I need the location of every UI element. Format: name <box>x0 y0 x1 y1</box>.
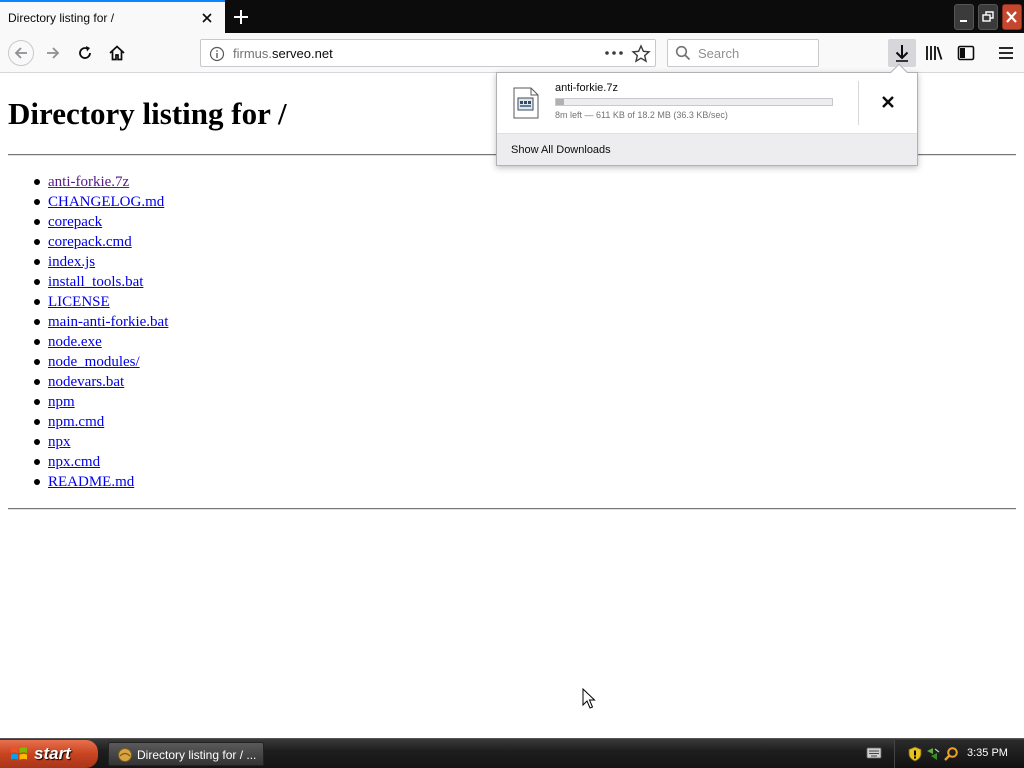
mouse-pointer-icon <box>582 687 596 710</box>
clock: 3:35 PM <box>967 747 1008 759</box>
url-domain: serveo.net <box>272 46 333 61</box>
tab-directory-listing[interactable]: Directory listing for / <box>0 0 225 33</box>
file-list-item: install_tools.bat <box>33 272 168 292</box>
download-item[interactable]: anti-forkie.7z 8m left — 611 KB of 18.2 … <box>497 73 917 133</box>
start-button[interactable]: start <box>0 740 98 768</box>
back-arrow-icon[interactable] <box>8 40 34 66</box>
file-link[interactable]: install_tools.bat <box>48 274 143 290</box>
show-all-downloads-button[interactable]: Show All Downloads <box>511 144 611 156</box>
taskbar-item-browser[interactable]: Directory listing for / ... <box>108 742 264 766</box>
file-link[interactable]: index.js <box>48 254 95 270</box>
downloads-arrow-icon[interactable] <box>888 39 916 67</box>
menu-hamburger-icon[interactable] <box>994 41 1018 65</box>
window-restore-button[interactable] <box>978 4 998 30</box>
taskbar-item-label: Directory listing for / ... <box>137 748 257 762</box>
start-label: start <box>34 744 71 763</box>
file-list-item: npm.cmd <box>33 412 168 432</box>
address-bar[interactable]: firmus.serveo.net <box>200 39 656 67</box>
file-list-item: node_modules/ <box>33 352 168 372</box>
file-list-item: anti-forkie.7z <box>33 172 168 192</box>
reload-icon[interactable] <box>73 41 97 65</box>
url-subdomain: firmus. <box>233 46 272 61</box>
downloads-footer[interactable]: Show All Downloads <box>497 133 917 165</box>
library-icon[interactable] <box>922 41 946 65</box>
search-tray-icon[interactable] <box>943 746 959 762</box>
file-list-item: corepack <box>33 212 168 232</box>
window-minimize-button[interactable] <box>954 4 974 30</box>
download-status: 8m left — 611 KB of 18.2 MB (36.3 KB/sec… <box>555 110 728 120</box>
windows-logo-icon <box>10 745 28 763</box>
tab-title: Directory listing for / <box>8 11 115 25</box>
network-icon[interactable] <box>925 746 941 762</box>
cancel-download-icon[interactable] <box>877 91 899 113</box>
search-bar[interactable]: Search <box>667 39 819 67</box>
bottom-divider <box>8 508 1016 510</box>
screen: Directory listing for / firmus.serveo.ne… <box>0 0 1024 768</box>
site-info-icon[interactable] <box>209 46 225 62</box>
search-icon <box>675 45 691 61</box>
file-list-item: CHANGELOG.md <box>33 192 168 212</box>
file-link[interactable]: corepack <box>48 214 102 230</box>
file-link[interactable]: anti-forkie.7z <box>48 174 129 190</box>
page-actions-icon[interactable] <box>603 44 625 62</box>
file-link[interactable]: README.md <box>48 474 134 490</box>
file-link[interactable]: main-anti-forkie.bat <box>48 314 168 330</box>
file-list-item: npx.cmd <box>33 452 168 472</box>
keyboard-layout-icon[interactable] <box>866 746 882 760</box>
window-close-button[interactable] <box>1002 4 1022 30</box>
navigation-toolbar: firmus.serveo.net Search <box>0 33 1024 73</box>
download-progress-bar <box>555 98 833 106</box>
system-tray: 3:35 PM <box>894 740 1024 768</box>
download-file-name: anti-forkie.7z <box>555 82 618 94</box>
file-link[interactable]: npm.cmd <box>48 414 104 430</box>
file-link[interactable]: npx.cmd <box>48 454 100 470</box>
file-list-item: README.md <box>33 472 168 492</box>
file-list-item: node.exe <box>33 332 168 352</box>
browser-task-icon <box>117 747 133 763</box>
bookmark-star-icon[interactable] <box>631 44 651 64</box>
file-list-item: main-anti-forkie.bat <box>33 312 168 332</box>
sidebar-icon[interactable] <box>954 41 978 65</box>
file-link[interactable]: npx <box>48 434 71 450</box>
security-shield-icon[interactable] <box>907 746 923 762</box>
forward-arrow-icon[interactable] <box>41 41 65 65</box>
search-placeholder: Search <box>698 46 740 61</box>
download-separator <box>858 81 859 125</box>
page-content: Directory listing for / anti-forkie.7z CH… <box>0 74 1024 738</box>
file-link[interactable]: corepack.cmd <box>48 234 132 250</box>
file-list: anti-forkie.7z CHANGELOG.md corepack corepa… <box>33 172 168 492</box>
file-link[interactable]: nodevars.bat <box>48 374 124 390</box>
new-tab-icon[interactable] <box>230 6 252 28</box>
file-list-item: npx <box>33 432 168 452</box>
file-list-item: npm <box>33 392 168 412</box>
download-progress-fill <box>556 99 565 105</box>
downloads-panel: anti-forkie.7z 8m left — 611 KB of 18.2 … <box>496 63 918 166</box>
url-text[interactable]: firmus.serveo.net <box>233 46 333 61</box>
file-link[interactable]: node.exe <box>48 334 102 350</box>
home-icon[interactable] <box>105 41 129 65</box>
file-link[interactable]: CHANGELOG.md <box>48 194 164 210</box>
file-link[interactable]: LICENSE <box>48 294 110 310</box>
file-list-item: LICENSE <box>33 292 168 312</box>
file-list-item: index.js <box>33 252 168 272</box>
tab-strip: Directory listing for / <box>0 0 1024 33</box>
file-link[interactable]: node_modules/ <box>48 354 140 370</box>
file-list-item: corepack.cmd <box>33 232 168 252</box>
file-link[interactable]: npm <box>48 394 75 410</box>
page-heading: Directory listing for / <box>8 96 287 131</box>
tab-close-icon[interactable] <box>198 9 216 27</box>
archive-file-icon <box>513 87 539 119</box>
file-list-item: nodevars.bat <box>33 372 168 392</box>
